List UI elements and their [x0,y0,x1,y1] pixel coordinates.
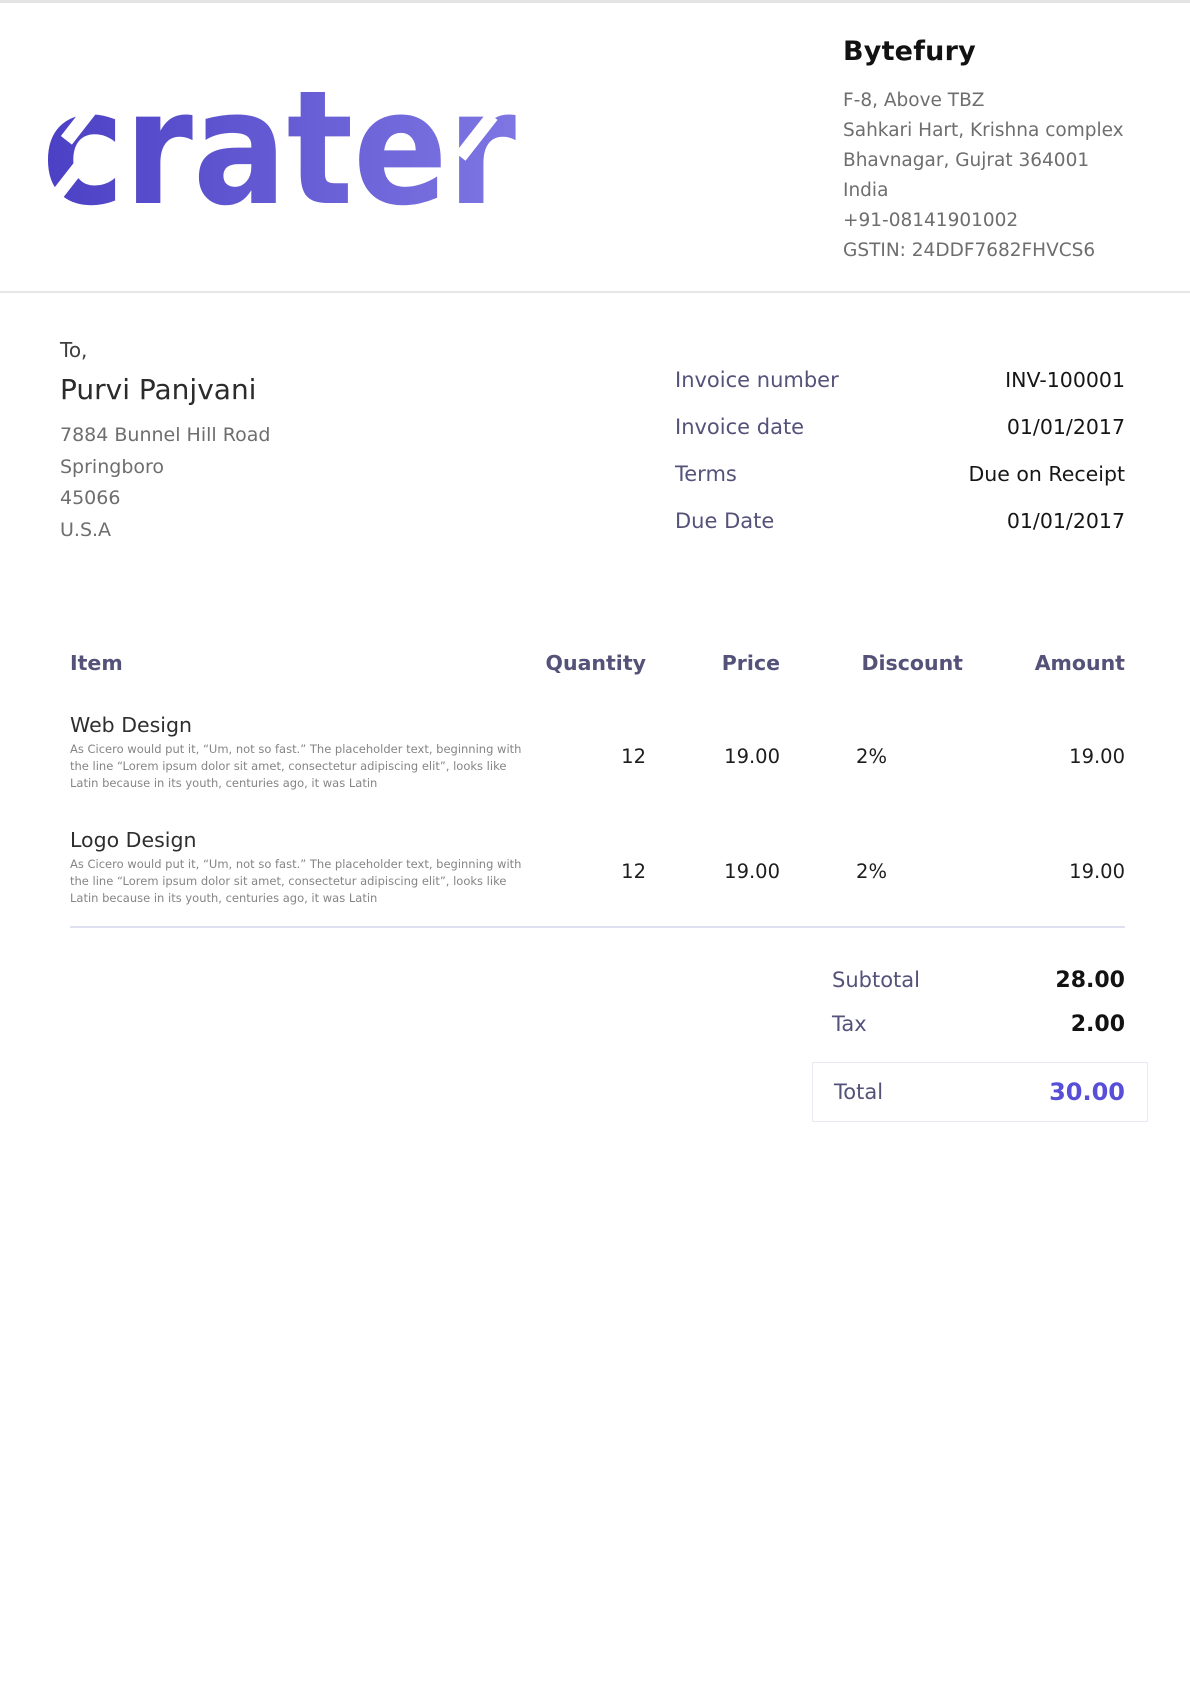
total-box: Total 30.00 [812,1062,1148,1122]
item-name: Web Design [70,711,530,739]
company-address-line: Sahkari Hart, Krishna complex [843,116,1143,146]
item-name: Logo Design [70,826,530,854]
terms-label: Terms [675,462,737,486]
tax-value: 2.00 [1071,1012,1125,1037]
item-cell: Web Design As Cicero would put it, “Um, … [70,705,530,792]
invoice-date-value: 01/01/2017 [1007,415,1125,439]
total-value: 30.00 [1049,1078,1125,1106]
company-address: F-8, Above TBZ Sahkari Hart, Krishna com… [843,86,1143,266]
item-price: 19.00 [646,820,780,907]
invoice-meta-row: Invoice date 01/01/2017 [675,403,1125,450]
company-block: Bytefury F-8, Above TBZ Sahkari Hart, Kr… [843,36,1143,266]
top-accent-bar [0,0,1190,3]
invoice-date-label: Invoice date [675,415,804,439]
items-table-header: Item Quantity Price Discount Amount [70,650,1125,676]
item-description: As Cicero would put it, “Um, not so fast… [70,741,525,792]
header-divider [0,291,1190,293]
invoice-meta-block: Invoice number INV-100001 Invoice date 0… [675,356,1125,544]
subtotal-row: Subtotal 28.00 [832,958,1125,1002]
company-name: Bytefury [843,36,1143,67]
company-address-line: India [843,176,1143,206]
invoice-page: crater Bytefury F-8, Above TBZ Sahkari H… [0,0,1190,1684]
customer-address-line: 45066 [60,483,480,515]
invoice-meta-row: Terms Due on Receipt [675,450,1125,497]
company-address-line: Bhavnagar, Gujrat 364001 [843,146,1143,176]
bill-to-block: To, Purvi Panjvani 7884 Bunnel Hill Road… [60,338,480,546]
invoice-number-value: INV-100001 [1005,368,1125,392]
item-row: Logo Design As Cicero would put it, “Um,… [70,820,1125,907]
item-quantity: 12 [530,705,646,792]
company-gstin: GSTIN: 24DDF7682FHVCS6 [843,236,1143,266]
company-address-line: F-8, Above TBZ [843,86,1143,116]
item-amount: 19.00 [963,820,1125,907]
company-phone: +91-08141901002 [843,206,1143,236]
totals-block: Subtotal 28.00 Tax 2.00 [832,958,1125,1046]
customer-address-line: U.S.A [60,515,480,547]
tax-row: Tax 2.00 [832,1002,1125,1046]
bill-to-label: To, [60,338,480,362]
due-date-label: Due Date [675,509,774,533]
customer-address-line: Springboro [60,452,480,484]
table-divider [70,926,1125,928]
invoice-meta-row: Due Date 01/01/2017 [675,497,1125,544]
due-date-value: 01/01/2017 [1007,509,1125,533]
item-price: 19.00 [646,705,780,792]
crater-logo: crater [46,76,520,216]
subtotal-label: Subtotal [832,968,920,992]
item-row: Web Design As Cicero would put it, “Um, … [70,705,1125,792]
column-header-amount: Amount [963,650,1125,676]
customer-address-line: 7884 Bunnel Hill Road [60,420,480,452]
item-amount: 19.00 [963,705,1125,792]
tax-label: Tax [832,1012,867,1036]
terms-value: Due on Receipt [968,462,1125,486]
column-header-item: Item [70,650,530,676]
crater-logo-svg: crater [46,76,520,216]
subtotal-value: 28.00 [1055,968,1125,993]
total-label: Total [834,1080,883,1104]
item-discount: 2% [780,820,963,907]
invoice-meta-row: Invoice number INV-100001 [675,356,1125,403]
column-header-quantity: Quantity [530,650,646,676]
column-header-price: Price [646,650,780,676]
customer-name: Purvi Panjvani [60,373,480,406]
customer-address: 7884 Bunnel Hill Road Springboro 45066 U… [60,420,480,546]
column-header-discount: Discount [780,650,963,676]
item-quantity: 12 [530,820,646,907]
crater-logo-text: crater [46,76,516,216]
item-cell: Logo Design As Cicero would put it, “Um,… [70,820,530,907]
item-description: As Cicero would put it, “Um, not so fast… [70,856,525,907]
item-discount: 2% [780,705,963,792]
invoice-number-label: Invoice number [675,368,839,392]
